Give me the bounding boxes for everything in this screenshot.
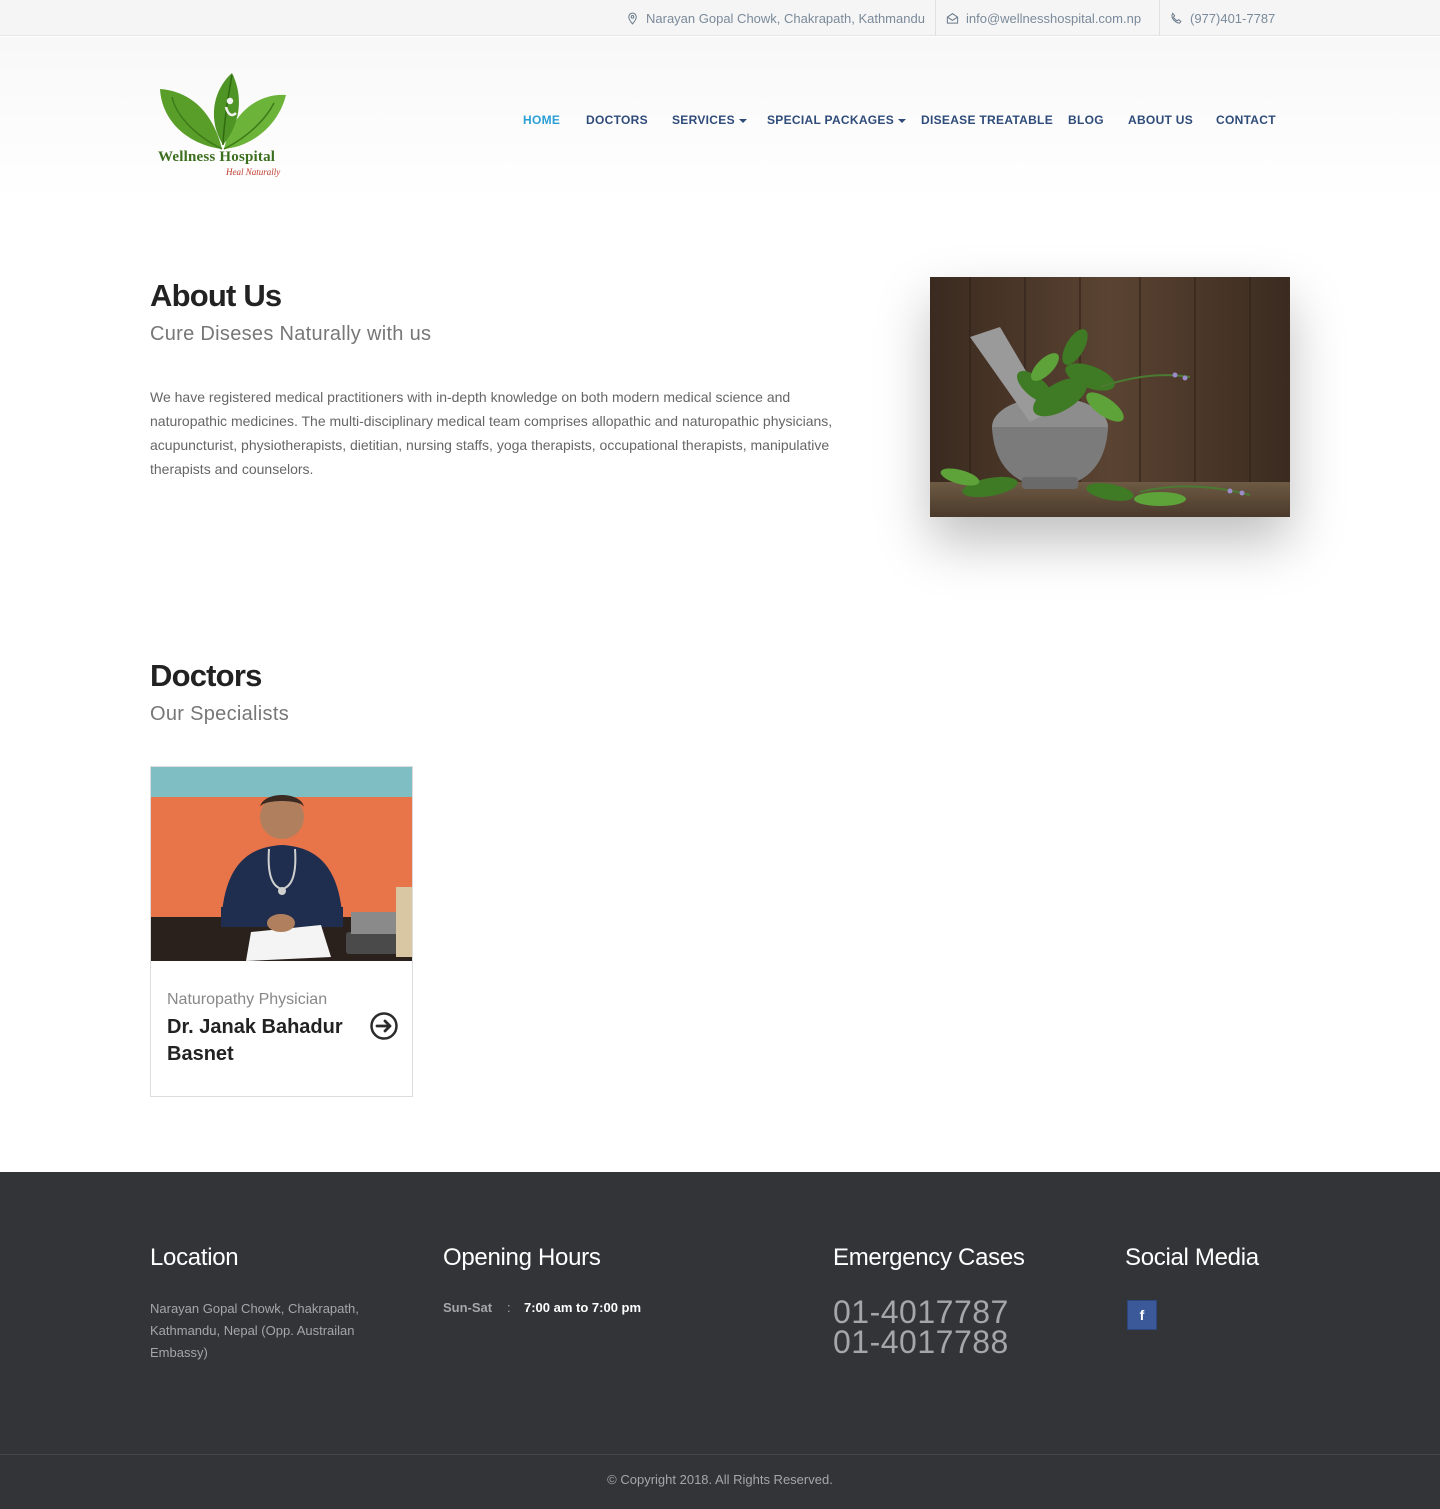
doctors-subtitle: Our Specialists	[150, 703, 289, 725]
about-text: We have registered medical practitioners…	[150, 389, 833, 477]
doctors-title: Doctors	[150, 658, 262, 693]
doctor-photo	[151, 767, 412, 961]
envelope-icon	[946, 12, 959, 24]
logo-tagline: Heal Naturally	[226, 167, 281, 177]
copyright-text: © Copyright 2018. All Rights Reserved.	[607, 1472, 833, 1487]
caret-down-icon	[738, 118, 747, 123]
nav-services[interactable]: SERVICES	[672, 113, 747, 127]
logo-name: Wellness Hospital	[158, 149, 276, 165]
top-email[interactable]: info@wellnesshospital.com.np	[946, 0, 1141, 36]
about-subtitle: Cure Diseses Naturally with us	[150, 323, 432, 345]
facebook-icon: f	[1139, 1307, 1145, 1323]
nav-blog[interactable]: BLOG	[1068, 113, 1104, 127]
top-phone-link[interactable]: (977)401-7787	[1190, 11, 1275, 26]
nav-doctors[interactable]: DOCTORS	[586, 113, 648, 127]
footer-emergency-phone[interactable]: 01-4017788	[833, 1324, 1009, 1361]
nav-disease-treatable[interactable]: DISEASE TREATABLE	[921, 113, 1053, 127]
nav-about-us[interactable]: ABOUT US	[1128, 113, 1193, 127]
leaf-logo-icon	[160, 73, 286, 150]
doctor-role: Naturopathy Physician	[167, 991, 328, 1008]
doctor-card[interactable]: Naturopathy Physician Dr. Janak Bahadur …	[150, 766, 413, 1097]
phone-icon	[1171, 11, 1182, 24]
footer-hours-title: Opening Hours	[443, 1244, 601, 1271]
facebook-button[interactable]: f	[1127, 1300, 1157, 1330]
footer-hours-time: 7:00 am to 7:00 pm	[524, 1300, 642, 1315]
nav-services-label: SERVICES	[672, 113, 735, 127]
top-address-text: Narayan Gopal Chowk, Chakrapath, Kathman…	[646, 10, 925, 26]
map-pin-icon	[628, 12, 637, 25]
top-divider	[1159, 0, 1160, 36]
about-title: About Us	[150, 278, 282, 313]
top-address: Narayan Gopal Chowk, Chakrapath, Kathman…	[626, 0, 925, 36]
caret-down-icon	[898, 118, 907, 123]
site-footer: Location Narayan Gopal Chowk, Chakrapath…	[0, 1172, 1440, 1509]
arrow-right-circle-icon[interactable]	[369, 1011, 399, 1041]
top-phone[interactable]: (977)401-7787	[1170, 0, 1275, 36]
site-header: Wellness Hospital Heal Naturally HOME DO…	[0, 37, 1440, 202]
footer-social-title: Social Media	[1125, 1244, 1259, 1271]
doctor-name[interactable]: Dr. Janak Bahadur Basnet	[167, 1014, 367, 1068]
footer-emergency-title: Emergency Cases	[833, 1244, 1025, 1271]
footer-hours-separator: :	[507, 1300, 511, 1315]
footer-location-text: Narayan Gopal Chowk, Chakrapath, Kathman…	[150, 1301, 359, 1360]
nav-home[interactable]: HOME	[523, 113, 560, 127]
herbs-mortar-image	[930, 277, 1290, 517]
top-email-link[interactable]: info@wellnesshospital.com.np	[966, 11, 1141, 26]
logo[interactable]: Wellness Hospital Heal Naturally	[150, 61, 295, 186]
nav-special-packages-label: SPECIAL PACKAGES	[767, 113, 895, 127]
nav-special-packages[interactable]: SPECIAL PACKAGES	[767, 113, 907, 127]
footer-hours-day: Sun-Sat	[443, 1300, 493, 1315]
top-divider	[935, 0, 936, 36]
footer-location-title: Location	[150, 1244, 239, 1271]
top-info-bar: Narayan Gopal Chowk, Chakrapath, Kathman…	[0, 0, 1440, 36]
nav-contact[interactable]: CONTACT	[1216, 113, 1276, 127]
